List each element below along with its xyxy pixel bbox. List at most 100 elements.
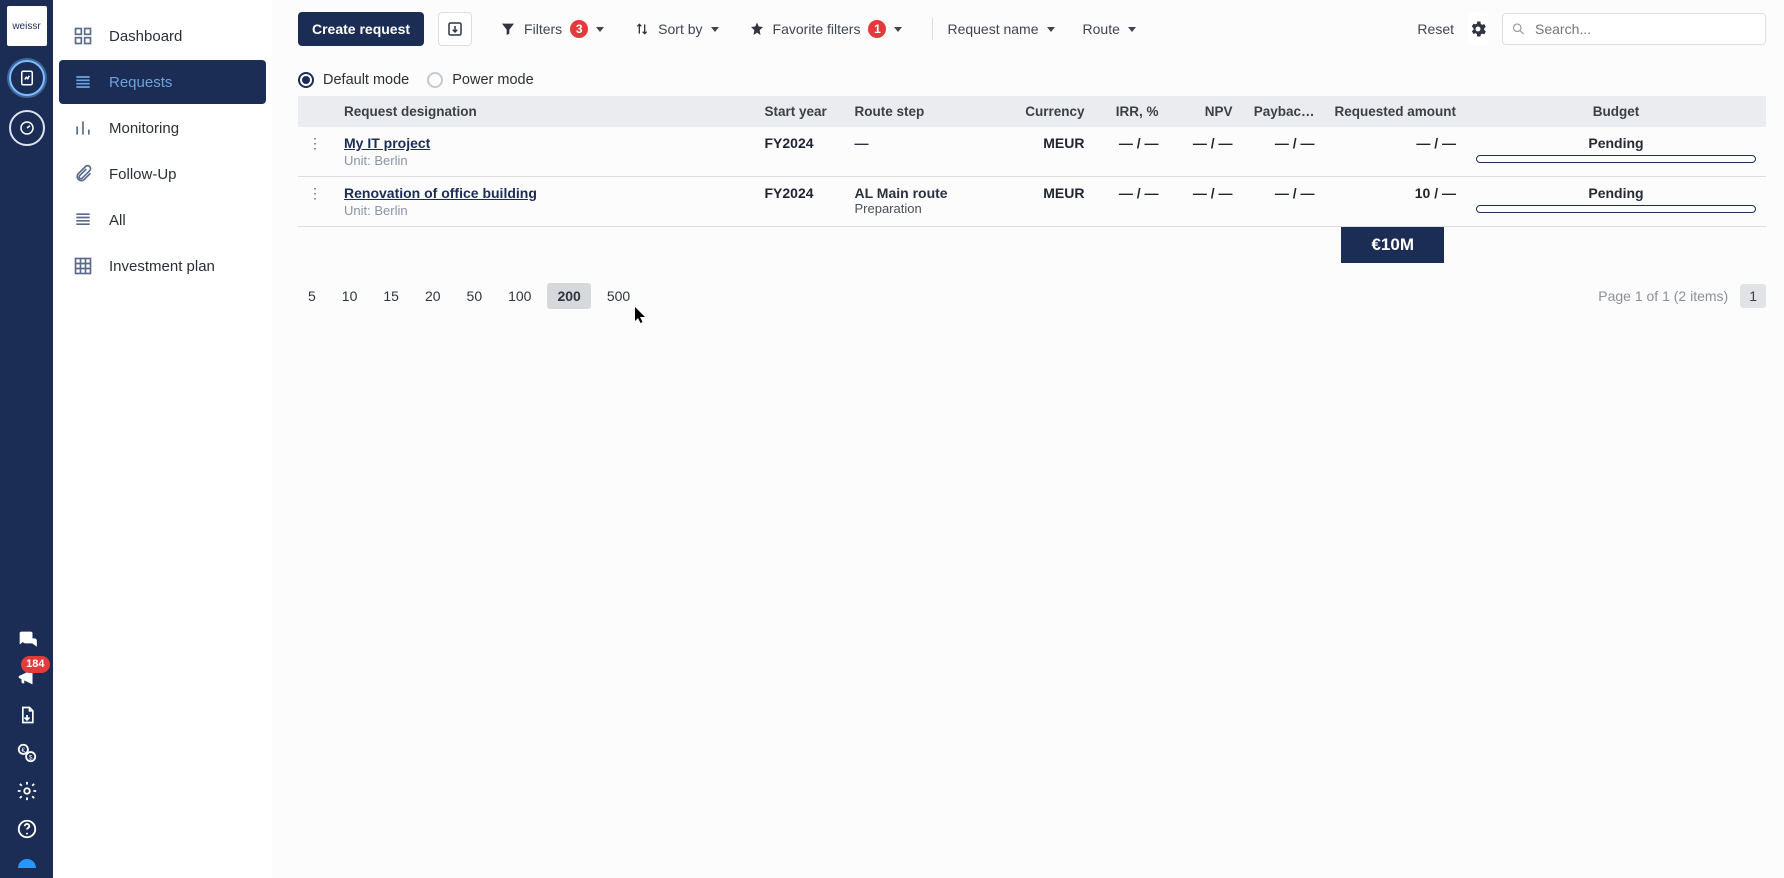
search-icon [1511, 22, 1526, 37]
favorite-filters-chip[interactable]: Favorite filters 1 [749, 20, 903, 38]
request-unit: Unit: Berlin [344, 203, 744, 218]
gauge-icon [18, 119, 36, 137]
search-input[interactable] [1502, 13, 1766, 45]
radio-power-mode[interactable]: Power mode [427, 72, 533, 88]
col-irr[interactable]: IRR, % [1094, 96, 1168, 127]
cell-payback: — / — [1242, 177, 1324, 227]
budget-progress [1476, 205, 1756, 213]
sidebar-item-label: All [109, 212, 126, 229]
radio-label: Power mode [452, 72, 533, 88]
page-size-option[interactable]: 10 [332, 283, 368, 309]
table-row[interactable]: ⋮My IT projectUnit: BerlinFY2024—MEUR— /… [298, 127, 1766, 177]
col-route-step[interactable]: Route step [844, 96, 1004, 127]
sort-chip[interactable]: Sort by [634, 21, 718, 37]
col-payback[interactable]: Paybac… [1242, 96, 1324, 127]
filters-chip[interactable]: Filters 3 [500, 20, 604, 38]
rail-module-capex[interactable] [9, 60, 45, 96]
row-menu-button[interactable]: ⋮ [308, 185, 322, 201]
rail-documents[interactable] [17, 704, 37, 726]
sidebar-item-all[interactable]: All [59, 198, 266, 242]
sort-icon [634, 21, 650, 37]
cell-status: Pending [1476, 135, 1756, 151]
cell-requested: — / — [1324, 127, 1466, 177]
sidebar-item-monitoring[interactable]: Monitoring [59, 106, 266, 150]
currency-swap-icon: €$ [16, 742, 38, 764]
cell-irr: — / — [1094, 127, 1168, 177]
cell-irr: — / — [1094, 177, 1168, 227]
requests-table: Request designation Start year Route ste… [298, 96, 1766, 227]
request-title-link[interactable]: Renovation of office building [344, 185, 744, 201]
route-chip[interactable]: Route [1083, 21, 1136, 37]
list-icon [73, 72, 93, 92]
col-requested[interactable]: Requested amount [1324, 96, 1466, 127]
page-size-options: 510152050100200 500 [298, 283, 640, 309]
sidebar-item-requests[interactable]: Requests [59, 60, 266, 104]
sidebar-item-investment-plan[interactable]: Investment plan [59, 244, 266, 288]
favorite-filters-label: Favorite filters [773, 21, 861, 37]
rail-module-analytics[interactable] [9, 110, 45, 146]
gear-icon [1468, 19, 1488, 39]
page-size-option[interactable]: 50 [457, 283, 493, 309]
help-icon [16, 818, 38, 840]
bar-chart-icon [73, 118, 93, 138]
page-size-option[interactable]: 5 [298, 283, 326, 309]
chat-icon [16, 628, 38, 650]
separator [932, 18, 933, 40]
pagination: 510152050100200500 Page 1 of 1 (2 items)… [298, 283, 1766, 309]
radio-default-mode[interactable]: Default mode [298, 72, 409, 88]
route-label: Route [1083, 21, 1120, 37]
page-export-icon [17, 704, 37, 726]
col-budget[interactable]: Budget [1466, 96, 1766, 127]
sidebar-item-label: Follow-Up [109, 166, 177, 183]
chevron-down-icon [1128, 27, 1136, 32]
main-content: Create request Filters 3 Sort by Favorit… [272, 0, 1784, 878]
sidebar-item-followup[interactable]: Follow-Up [59, 152, 266, 196]
col-currency[interactable]: Currency [1004, 96, 1094, 127]
chevron-down-icon [711, 27, 719, 32]
chevron-down-icon [596, 27, 604, 32]
request-unit: Unit: Berlin [344, 153, 744, 168]
page-size-option[interactable]: 20 [415, 283, 451, 309]
cell-route-main: AL Main route [854, 185, 994, 201]
cell-start-year: FY2024 [754, 127, 844, 177]
rail-avatar[interactable] [16, 856, 38, 866]
import-icon [446, 20, 464, 38]
cell-currency: MEUR [1004, 177, 1094, 227]
filters-count-badge: 3 [570, 20, 588, 38]
request-name-chip[interactable]: Request name [947, 21, 1054, 37]
page-number-current[interactable]: 1 [1740, 284, 1766, 308]
rail-help[interactable] [16, 818, 38, 840]
paperclip-icon [73, 164, 93, 184]
col-start-year[interactable]: Start year [754, 96, 844, 127]
budget-progress [1476, 155, 1756, 163]
page-size-option[interactable]: 100 [498, 283, 541, 309]
cell-currency: MEUR [1004, 127, 1094, 177]
reset-button[interactable]: Reset [1417, 21, 1454, 37]
table-header: Request designation Start year Route ste… [298, 96, 1766, 127]
chevron-down-icon [894, 27, 902, 32]
dashboard-icon [73, 26, 93, 46]
row-menu-button[interactable]: ⋮ [308, 135, 322, 151]
sidebar-item-label: Requests [109, 74, 172, 91]
col-npv[interactable]: NPV [1168, 96, 1242, 127]
rail-chat[interactable] [16, 628, 38, 650]
filters-label: Filters [524, 21, 562, 37]
rail-settings[interactable] [16, 780, 38, 802]
star-icon [749, 21, 765, 37]
app-rail: weissr 184 €$ [0, 0, 53, 878]
import-button[interactable] [438, 12, 472, 46]
logo: weissr [7, 6, 47, 46]
rail-notifications[interactable]: 184 [16, 666, 38, 688]
create-request-button[interactable]: Create request [298, 12, 424, 46]
table-row[interactable]: ⋮ Renovation of office building Unit: Berl… [298, 177, 1766, 227]
page-size-option[interactable]: 200 [547, 283, 590, 309]
page-size-option[interactable]: 15 [373, 283, 409, 309]
settings-button[interactable] [1468, 12, 1488, 46]
page-size-option[interactable]: 500 [597, 283, 640, 309]
request-title-link[interactable]: My IT project [344, 135, 744, 151]
favorite-filters-count-badge: 1 [868, 20, 886, 38]
rail-currency[interactable]: €$ [16, 742, 38, 764]
col-designation[interactable]: Request designation [334, 96, 754, 127]
gear-icon [16, 780, 38, 802]
sidebar-item-dashboard[interactable]: Dashboard [59, 14, 266, 58]
